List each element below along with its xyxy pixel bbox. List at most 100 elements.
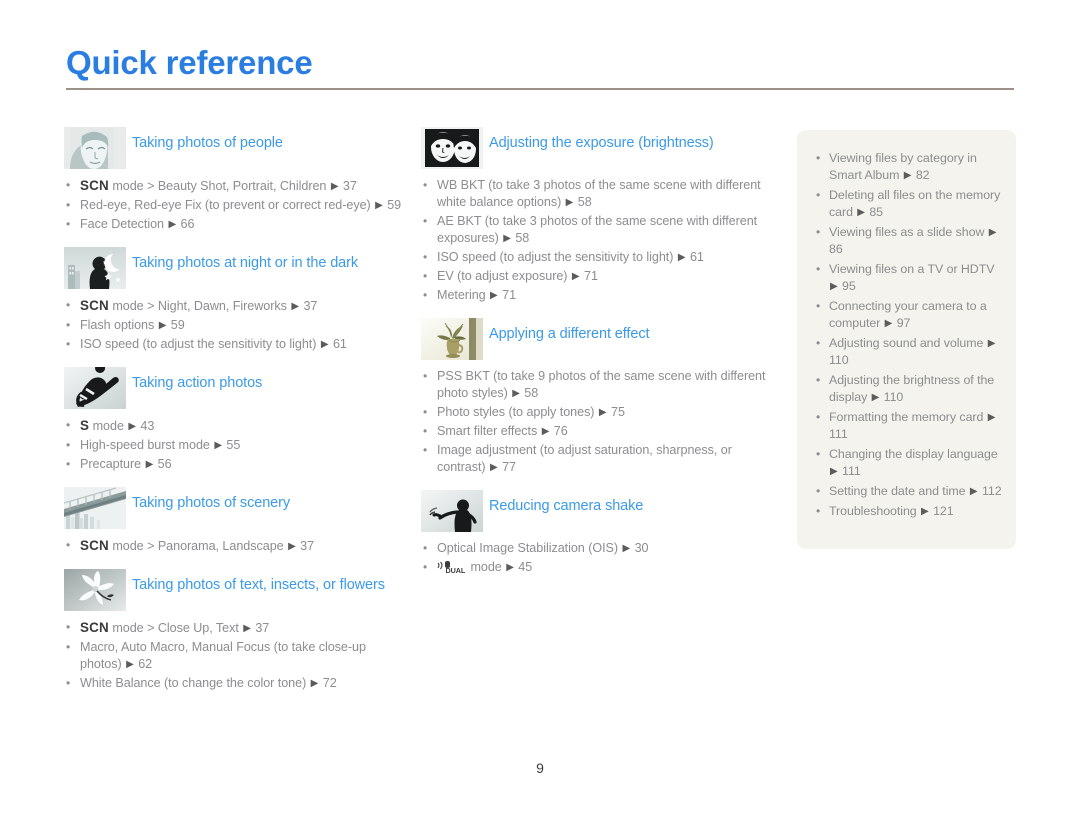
page-reference[interactable]: 86 bbox=[829, 242, 843, 256]
page-reference[interactable]: 85 bbox=[866, 205, 883, 219]
reference-section: Taking photos at night or in the dark SCN… bbox=[64, 247, 404, 353]
reference-item[interactable]: SCN mode > Close Up, Text ▶ 37 bbox=[64, 619, 404, 637]
vase-flowers-effect-icon bbox=[421, 318, 483, 360]
page-reference[interactable]: 56 bbox=[154, 457, 172, 471]
reference-item[interactable]: Face Detection ▶ 66 bbox=[64, 216, 404, 233]
reference-item[interactable]: PSS BKT (to take 9 photos of the same sc… bbox=[421, 368, 771, 402]
side-panel-item[interactable]: Formatting the memory card ▶ 111 bbox=[815, 409, 1002, 443]
page-reference[interactable]: 72 bbox=[319, 676, 337, 690]
page-reference[interactable]: 59 bbox=[167, 318, 185, 332]
reference-item[interactable]: Metering ▶ 71 bbox=[421, 287, 771, 304]
reference-item[interactable]: Optical Image Stabilization (OIS) ▶ 30 bbox=[421, 540, 771, 557]
playback-settings-panel: Viewing files by category in Smart Album… bbox=[797, 130, 1016, 549]
section-header: Adjusting the exposure (brightness) bbox=[421, 127, 771, 171]
side-panel-item[interactable]: Troubleshooting ▶ 121 bbox=[815, 503, 1002, 520]
page-pointer-icon: ▶ bbox=[310, 678, 319, 689]
page-pointer-icon: ▶ bbox=[969, 486, 978, 497]
reference-item-text: mode > Beauty Shot, Portrait, Children bbox=[108, 179, 330, 193]
reference-item[interactable]: S mode ▶ 43 bbox=[64, 417, 404, 435]
middle-column: Adjusting the exposure (brightness) WB BK… bbox=[421, 127, 771, 590]
reference-item[interactable]: Photo styles (to apply tones) ▶ 75 bbox=[421, 404, 771, 421]
side-panel-item[interactable]: Deleting all files on the memory card ▶ … bbox=[815, 187, 1002, 221]
section-item-list: SCN mode > Beauty Shot, Portrait, Childr… bbox=[64, 177, 404, 233]
page-reference[interactable]: 58 bbox=[521, 386, 538, 400]
page-reference[interactable]: 97 bbox=[893, 316, 911, 330]
page-reference[interactable]: 110 bbox=[829, 353, 849, 367]
page-reference[interactable]: 111 bbox=[829, 427, 848, 441]
reference-item-text: ISO speed (to adjust the sensitivity to … bbox=[80, 337, 320, 351]
page-reference[interactable]: 82 bbox=[912, 168, 930, 182]
page-reference[interactable]: 71 bbox=[581, 269, 598, 283]
page-reference[interactable]: 62 bbox=[135, 657, 152, 671]
page-reference[interactable]: 30 bbox=[631, 541, 649, 555]
page-reference[interactable]: 58 bbox=[574, 195, 592, 209]
page-reference[interactable]: 37 bbox=[252, 621, 269, 635]
section-title[interactable]: Applying a different effect bbox=[489, 318, 771, 344]
reference-section: Taking action photos S mode ▶ 43 High-spee… bbox=[64, 367, 404, 473]
reference-item[interactable]: Red-eye, Red-eye Fix (to prevent or corr… bbox=[64, 197, 404, 214]
reference-item-text: Flash options bbox=[80, 318, 158, 332]
page-reference[interactable]: 112 bbox=[979, 484, 1002, 498]
page-reference[interactable]: 37 bbox=[297, 539, 314, 553]
section-header: Taking photos of people bbox=[64, 127, 404, 171]
page-reference[interactable]: 61 bbox=[330, 337, 347, 351]
side-panel-item[interactable]: Connecting your camera to a computer ▶ 9… bbox=[815, 298, 1002, 332]
section-title[interactable]: Reducing camera shake bbox=[489, 490, 771, 516]
two-faces-exposure-icon bbox=[421, 127, 483, 169]
page-reference[interactable]: 37 bbox=[339, 179, 357, 193]
side-panel-item[interactable]: Viewing files on a TV or HDTV ▶ 95 bbox=[815, 261, 1002, 295]
page-reference[interactable]: 95 bbox=[839, 279, 856, 293]
side-panel-item-text: Viewing files on a TV or HDTV bbox=[829, 262, 995, 276]
reference-item[interactable]: Precapture ▶ 56 bbox=[64, 456, 404, 473]
page-pointer-icon: ▶ bbox=[921, 506, 929, 517]
page-reference[interactable]: 37 bbox=[300, 299, 317, 313]
reference-item[interactable]: Smart filter effects ▶ 76 bbox=[421, 423, 771, 440]
reference-item[interactable]: WB BKT (to take 3 photos of the same sce… bbox=[421, 177, 771, 211]
page-reference[interactable]: 121 bbox=[930, 504, 954, 518]
page-reference[interactable]: 66 bbox=[177, 217, 195, 231]
section-title[interactable]: Taking photos of text, insects, or flowe… bbox=[132, 569, 404, 595]
page-reference[interactable]: 75 bbox=[608, 405, 625, 419]
reference-item[interactable]: EV (to adjust exposure) ▶ 71 bbox=[421, 268, 771, 285]
reference-item[interactable]: Macro, Auto Macro, Manual Focus (to take… bbox=[64, 639, 404, 673]
reference-item[interactable]: White Balance (to change the color tone)… bbox=[64, 675, 404, 692]
page-reference[interactable]: 45 bbox=[515, 560, 532, 574]
section-header: Taking photos of text, insects, or flowe… bbox=[64, 569, 404, 613]
side-panel-item[interactable]: Changing the display language ▶ 111 bbox=[815, 446, 1002, 480]
section-title[interactable]: Taking photos at night or in the dark bbox=[132, 247, 404, 273]
page-reference[interactable]: 76 bbox=[550, 424, 568, 438]
page-reference[interactable]: 59 bbox=[384, 198, 401, 212]
page-pointer-icon: ▶ bbox=[677, 252, 686, 263]
side-panel-item[interactable]: Viewing files as a slide show ▶ 86 bbox=[815, 224, 1002, 258]
side-panel-item[interactable]: Adjusting sound and volume ▶ 110 bbox=[815, 335, 1002, 369]
page-reference[interactable]: 77 bbox=[499, 460, 516, 474]
reference-item[interactable]: ISO speed (to adjust the sensitivity to … bbox=[421, 249, 771, 266]
side-panel-item[interactable]: Adjusting the brightness of the display … bbox=[815, 372, 1002, 406]
reference-item[interactable]: Flash options ▶ 59 bbox=[64, 317, 404, 334]
reference-item[interactable]: SCN mode > Panorama, Landscape ▶ 37 bbox=[64, 537, 404, 555]
reference-item[interactable]: High-speed burst mode ▶ 55 bbox=[64, 437, 404, 454]
reference-item-text: mode > Panorama, Landscape bbox=[108, 539, 288, 553]
section-title[interactable]: Taking action photos bbox=[132, 367, 404, 393]
section-title[interactable]: Taking photos of people bbox=[132, 127, 404, 153]
mode-label: SCN bbox=[80, 620, 109, 635]
side-panel-item[interactable]: Viewing files by category in Smart Album… bbox=[815, 150, 1002, 184]
section-item-list: SCN mode > Close Up, Text ▶ 37 Macro, Aut… bbox=[64, 619, 404, 692]
section-title[interactable]: Adjusting the exposure (brightness) bbox=[489, 127, 771, 153]
reference-item[interactable]: SCN mode > Beauty Shot, Portrait, Childr… bbox=[64, 177, 404, 195]
page-reference[interactable]: 43 bbox=[137, 419, 154, 433]
reference-item[interactable]: DUAL mode ▶ 45 bbox=[421, 559, 771, 576]
section-title[interactable]: Taking photos of scenery bbox=[132, 487, 404, 513]
page-pointer-icon: ▶ bbox=[987, 338, 996, 349]
page-reference[interactable]: 111 bbox=[839, 464, 861, 478]
page-reference[interactable]: 71 bbox=[499, 288, 516, 302]
reference-item[interactable]: AE BKT (to take 3 photos of the same sce… bbox=[421, 213, 771, 247]
reference-item[interactable]: ISO speed (to adjust the sensitivity to … bbox=[64, 336, 404, 353]
page-reference[interactable]: 110 bbox=[880, 390, 904, 404]
page-reference[interactable]: 58 bbox=[512, 231, 529, 245]
side-panel-item[interactable]: Setting the date and time ▶ 112 bbox=[815, 483, 1002, 500]
page-reference[interactable]: 55 bbox=[223, 438, 240, 452]
page-reference[interactable]: 61 bbox=[687, 250, 704, 264]
reference-item[interactable]: SCN mode > Night, Dawn, Fireworks ▶ 37 bbox=[64, 297, 404, 315]
reference-item[interactable]: Image adjustment (to adjust saturation, … bbox=[421, 442, 771, 476]
